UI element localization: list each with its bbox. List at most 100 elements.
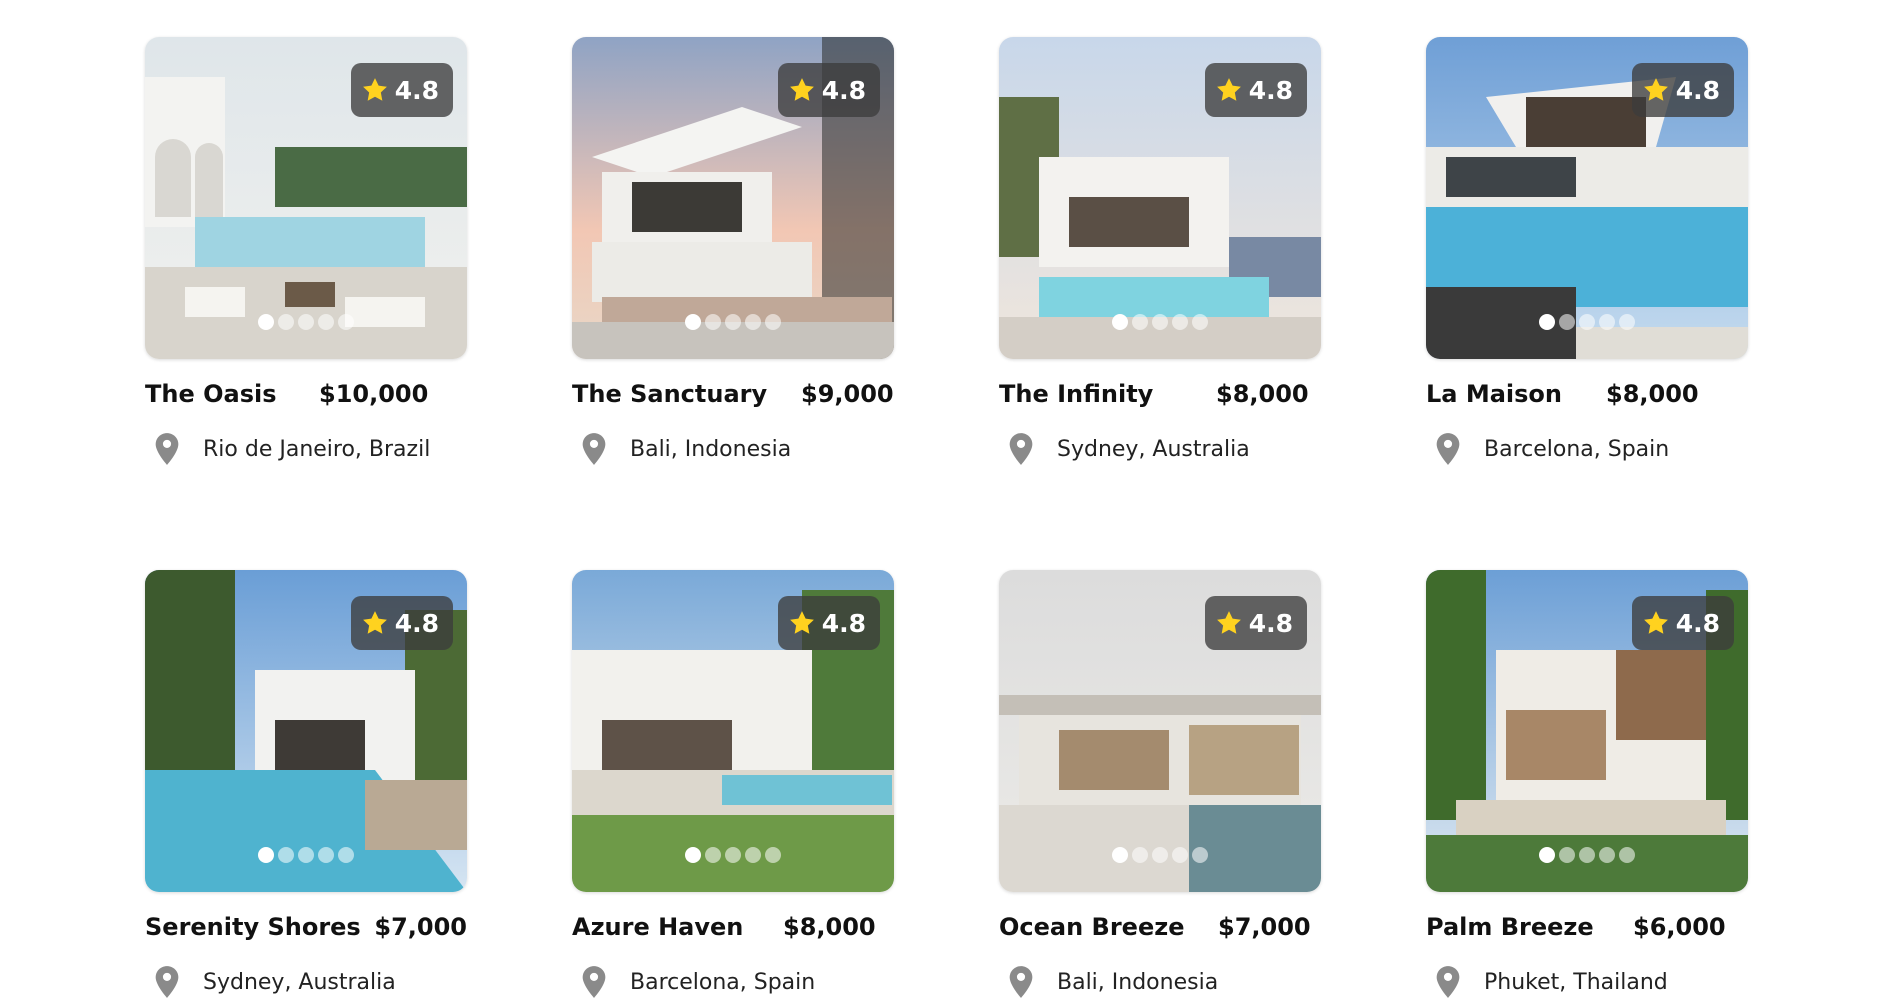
listing-title[interactable]: Palm Breeze [1426, 913, 1633, 941]
carousel-dot[interactable] [705, 847, 721, 863]
carousel-dots [1426, 847, 1748, 863]
listing-price: $8,000 [1216, 380, 1309, 408]
carousel-dot[interactable] [1192, 847, 1208, 863]
location-row: Barcelona, Spain [572, 966, 894, 998]
location-row: Barcelona, Spain [1426, 433, 1748, 465]
listing-photo[interactable]: 4.8 [999, 570, 1321, 892]
carousel-dot[interactable] [278, 314, 294, 330]
listing-card[interactable]: 4.8 The Sanctuary $9,000 Bali, Indonesia [572, 37, 894, 465]
listing-title[interactable]: Ocean Breeze [999, 913, 1218, 941]
title-price-row: The Sanctuary $9,000 [572, 379, 894, 409]
rating-badge: 4.8 [1204, 63, 1307, 117]
carousel-dots [999, 314, 1321, 330]
carousel-dot[interactable] [725, 847, 741, 863]
carousel-dot[interactable] [338, 847, 354, 863]
listing-price: $8,000 [783, 913, 876, 941]
location-row: Sydney, Australia [999, 433, 1321, 465]
carousel-dot[interactable] [1172, 847, 1188, 863]
listing-title[interactable]: Azure Haven [572, 913, 783, 941]
title-price-row: Palm Breeze $6,000 [1426, 912, 1748, 942]
carousel-dot[interactable] [685, 847, 701, 863]
carousel-dot[interactable] [1172, 314, 1188, 330]
listing-price: $8,000 [1606, 380, 1699, 408]
carousel-dot[interactable] [338, 314, 354, 330]
carousel-dot[interactable] [1152, 847, 1168, 863]
listing-photo[interactable]: 4.8 [145, 37, 467, 359]
listing-title[interactable]: The Infinity [999, 380, 1216, 408]
rating-value: 4.8 [394, 75, 439, 105]
listing-price: $7,000 [374, 913, 467, 941]
listing-photo[interactable]: 4.8 [145, 570, 467, 892]
listing-grid: 4.8 The Oasis $10,000 Rio de Janeiro, Br… [0, 0, 1891, 1001]
carousel-dot[interactable] [705, 314, 721, 330]
carousel-dot[interactable] [1579, 847, 1595, 863]
carousel-dot[interactable] [1619, 847, 1635, 863]
carousel-dot[interactable] [1619, 314, 1635, 330]
listing-photo[interactable]: 4.8 [572, 570, 894, 892]
listing-price: $7,000 [1218, 913, 1311, 941]
carousel-dot[interactable] [745, 314, 761, 330]
carousel-dot[interactable] [298, 314, 314, 330]
star-icon [1216, 611, 1241, 634]
carousel-dot[interactable] [1112, 847, 1128, 863]
carousel-dot[interactable] [298, 847, 314, 863]
rating-value: 4.8 [1675, 75, 1720, 105]
carousel-dot[interactable] [725, 314, 741, 330]
listing-title[interactable]: Serenity Shores [145, 913, 374, 941]
listing-photo[interactable]: 4.8 [999, 37, 1321, 359]
listing-price: $9,000 [801, 380, 894, 408]
carousel-dot[interactable] [1112, 314, 1128, 330]
listing-price: $6,000 [1633, 913, 1726, 941]
carousel-dot[interactable] [1579, 314, 1595, 330]
location-pin-icon [1436, 966, 1460, 998]
carousel-dot[interactable] [1132, 314, 1148, 330]
carousel-dot[interactable] [318, 847, 334, 863]
location-row: Rio de Janeiro, Brazil [145, 433, 467, 465]
listing-title[interactable]: The Sanctuary [572, 380, 801, 408]
carousel-dot[interactable] [278, 847, 294, 863]
listing-photo[interactable]: 4.8 [572, 37, 894, 359]
star-icon [1643, 78, 1668, 101]
rating-badge: 4.8 [1631, 596, 1734, 650]
listing-photo[interactable]: 4.8 [1426, 570, 1748, 892]
rating-value: 4.8 [1675, 608, 1720, 638]
title-price-row: Azure Haven $8,000 [572, 912, 894, 942]
listing-card[interactable]: 4.8 Azure Haven $8,000 Barcelona, Spain [572, 570, 894, 998]
carousel-dot[interactable] [1559, 314, 1575, 330]
listing-price: $10,000 [319, 380, 429, 408]
carousel-dot[interactable] [318, 314, 334, 330]
listing-card[interactable]: 4.8 Serenity Shores $7,000 Sydney, Austr… [145, 570, 467, 998]
listing-card[interactable]: 4.8 Palm Breeze $6,000 Phuket, Thailand [1426, 570, 1748, 998]
listing-title[interactable]: The Oasis [145, 380, 319, 408]
listing-title[interactable]: La Maison [1426, 380, 1606, 408]
star-icon [1643, 611, 1668, 634]
carousel-dot[interactable] [1539, 847, 1555, 863]
carousel-dot[interactable] [745, 847, 761, 863]
listing-location: Barcelona, Spain [630, 969, 816, 995]
carousel-dot[interactable] [685, 314, 701, 330]
listing-photo[interactable]: 4.8 [1426, 37, 1748, 359]
rating-badge: 4.8 [1631, 63, 1734, 117]
carousel-dot[interactable] [1539, 314, 1555, 330]
carousel-dot[interactable] [258, 314, 274, 330]
location-pin-icon [155, 966, 179, 998]
carousel-dot[interactable] [765, 314, 781, 330]
listing-card[interactable]: 4.8 Ocean Breeze $7,000 Bali, Indonesia [999, 570, 1321, 998]
carousel-dots [1426, 314, 1748, 330]
listing-location: Sydney, Australia [203, 969, 396, 995]
listing-card[interactable]: 4.8 The Oasis $10,000 Rio de Janeiro, Br… [145, 37, 467, 465]
listing-location: Barcelona, Spain [1484, 436, 1670, 462]
carousel-dot[interactable] [1152, 314, 1168, 330]
listing-card[interactable]: 4.8 The Infinity $8,000 Sydney, Australi… [999, 37, 1321, 465]
listing-card[interactable]: 4.8 La Maison $8,000 Barcelona, Spain [1426, 37, 1748, 465]
rating-value: 4.8 [821, 75, 866, 105]
carousel-dot[interactable] [1132, 847, 1148, 863]
carousel-dot[interactable] [1559, 847, 1575, 863]
carousel-dot[interactable] [1599, 314, 1615, 330]
carousel-dot[interactable] [1192, 314, 1208, 330]
rating-badge: 4.8 [350, 63, 453, 117]
carousel-dot[interactable] [258, 847, 274, 863]
carousel-dot[interactable] [1599, 847, 1615, 863]
title-price-row: The Infinity $8,000 [999, 379, 1321, 409]
carousel-dot[interactable] [765, 847, 781, 863]
